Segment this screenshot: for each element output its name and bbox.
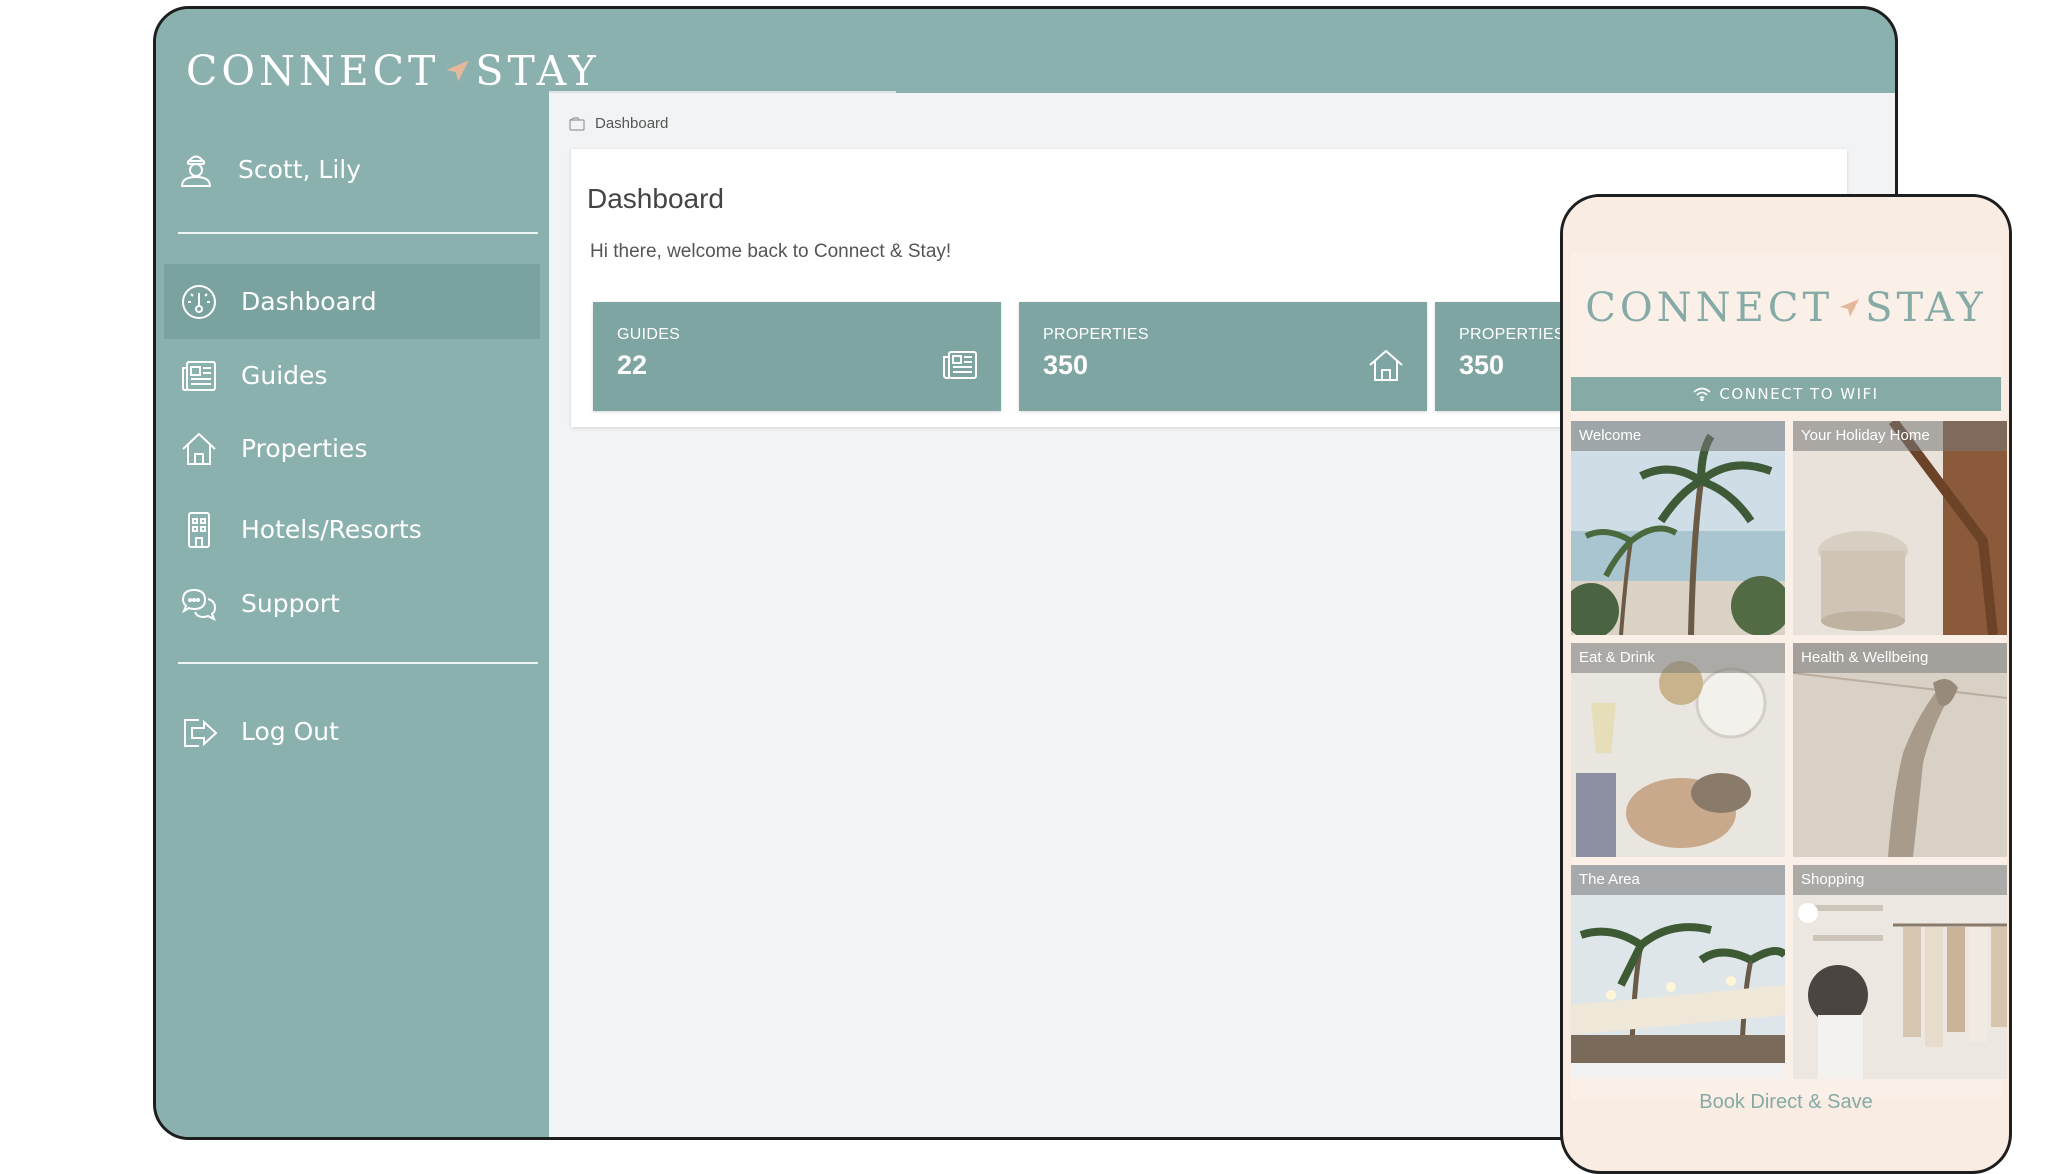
tile-holiday-home[interactable]: Your Holiday Home — [1793, 421, 2007, 635]
newspaper-icon — [943, 351, 977, 379]
chat-icon — [181, 588, 217, 621]
tile-eat-drink[interactable]: Eat & Drink — [1571, 643, 1785, 857]
brand-arrow-icon — [1840, 299, 1860, 317]
tile-caption: The Area — [1571, 865, 1785, 895]
book-direct-link[interactable]: Book Direct & Save — [1571, 1091, 2001, 1114]
tile-caption: Your Holiday Home — [1793, 421, 2007, 451]
welcome-message: Hi there, welcome back to Connect & Stay… — [590, 241, 952, 262]
sidebar-item-label: Support — [241, 589, 340, 618]
tile-health-wellbeing[interactable]: Health & Wellbeing — [1793, 643, 2007, 857]
tile-caption: Shopping — [1793, 865, 2007, 895]
brand-right: STAY — [1865, 285, 1987, 331]
guides-icon — [182, 360, 216, 391]
sidebar-item-properties[interactable]: Properties — [164, 411, 540, 486]
phone-frame: CONNECT STAY CONNECT TO WIFI Welcome You… — [1560, 194, 2012, 1174]
stat-card-properties[interactable]: PROPERTIES 350 — [1019, 302, 1427, 411]
folder-icon — [569, 116, 585, 131]
food-table-image — [1571, 643, 1785, 857]
brand-arrow-icon — [446, 60, 470, 82]
sidebar-item-label: Properties — [241, 434, 368, 463]
sidebar-item-label: Guides — [241, 361, 328, 390]
sidebar-item-support[interactable]: Support — [164, 566, 540, 641]
sidebar-item-hotels[interactable]: Hotels/Resorts — [164, 492, 540, 567]
logout-icon — [184, 718, 218, 747]
boutique-image — [1793, 865, 2007, 1079]
brand-right: STAY — [475, 47, 600, 95]
user-profile[interactable]: Scott, Lily — [176, 149, 361, 189]
user-icon — [180, 155, 212, 187]
brand-logo: CONNECT STAY — [186, 47, 600, 95]
sidebar-item-label: Log Out — [241, 717, 339, 746]
sidebar-item-logout[interactable]: Log Out — [164, 694, 540, 769]
user-name: Scott, Lily — [238, 154, 362, 184]
shadow-wall-image — [1793, 643, 2007, 857]
stat-card-guides[interactable]: GUIDES 22 — [593, 302, 1001, 411]
sidebar-divider — [178, 662, 538, 664]
phone-status-area — [1563, 197, 2009, 243]
stat-value: 350 — [1043, 350, 1089, 380]
tile-caption: Eat & Drink — [1571, 643, 1785, 673]
connect-wifi-button[interactable]: CONNECT TO WIFI — [1571, 377, 2001, 411]
sidebar: CONNECT STAY Scott, Lily Dashboard Guide… — [156, 9, 596, 1137]
beach-palms-image — [1571, 421, 1785, 635]
interior-image — [1793, 421, 2007, 635]
tile-the-area[interactable]: The Area — [1571, 865, 1785, 1079]
building-icon — [188, 511, 210, 548]
tab-indicator — [549, 91, 896, 93]
home-icon — [182, 432, 216, 465]
breadcrumb[interactable]: Dashboard — [569, 115, 668, 132]
sidebar-item-dashboard[interactable]: Dashboard — [164, 264, 540, 339]
stat-label: GUIDES — [617, 326, 681, 343]
sidebar-item-label: Hotels/Resorts — [241, 515, 422, 544]
tile-caption: Welcome — [1571, 421, 1785, 451]
brand-left: CONNECT — [186, 47, 440, 95]
wifi-icon — [1693, 387, 1711, 401]
sidebar-divider — [178, 232, 538, 234]
page-title: Dashboard — [587, 183, 724, 214]
tile-caption: Health & Wellbeing — [1793, 643, 2007, 673]
brand-left: CONNECT — [1585, 285, 1834, 331]
sidebar-item-guides[interactable]: Guides — [164, 338, 540, 413]
tile-welcome[interactable]: Welcome — [1571, 421, 1785, 635]
phone-brand-logo: CONNECT STAY — [1571, 285, 2001, 331]
home-icon — [1369, 349, 1403, 381]
stat-label: PROPERTIES — [1043, 326, 1149, 343]
stat-value: 22 — [617, 350, 648, 380]
tile-shopping[interactable]: Shopping — [1793, 865, 2007, 1079]
outdoor-venue-image — [1571, 865, 1785, 1079]
phone-screen: CONNECT STAY CONNECT TO WIFI Welcome You… — [1571, 253, 2007, 1113]
dashboard-icon — [182, 284, 216, 319]
sidebar-item-label: Dashboard — [241, 287, 377, 316]
breadcrumb-label: Dashboard — [595, 115, 669, 132]
wifi-label: CONNECT TO WIFI — [1719, 385, 1879, 403]
